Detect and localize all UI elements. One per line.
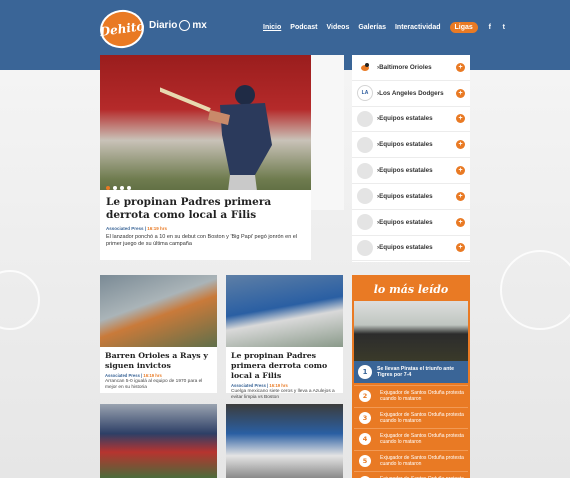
team-item[interactable]: › Equipos estatales + (352, 184, 470, 210)
twitter-icon[interactable]: t (499, 23, 509, 33)
rank-number: 2 (359, 390, 371, 402)
team-item[interactable]: LA › Los Angeles Dodgers + (352, 81, 470, 107)
most-read-title: lo más leído (373, 283, 449, 296)
hero-meta: Associated Press | 16:19 hrs (106, 226, 168, 231)
most-read-item[interactable]: 5 Exjugador de Santos Orduña protesta cua… (354, 449, 468, 471)
news-image[interactable] (226, 404, 343, 478)
news-source: Associated Press (105, 373, 140, 378)
plus-icon[interactable]: + (456, 114, 465, 124)
team-label[interactable]: Equipos estatales (379, 244, 456, 251)
team-label[interactable]: Equipos estatales (379, 141, 456, 148)
most-read-text[interactable]: Exjugador de Santos Orduña protesta cuan… (380, 390, 468, 402)
batter-illustration (160, 85, 272, 210)
news-card[interactable] (226, 404, 343, 478)
news-image[interactable] (226, 275, 343, 347)
partner-name: Diario (149, 20, 178, 31)
team-label[interactable]: Baltimore Orioles (379, 64, 456, 71)
most-read-item[interactable]: 3 Exjugador de Santos Orduña protesta cua… (354, 406, 468, 428)
team-placeholder-icon (357, 214, 373, 231)
news-image[interactable] (100, 275, 217, 347)
hero-title[interactable]: Le propinan Padres primera derrota como … (106, 196, 305, 222)
news-image[interactable] (100, 404, 217, 478)
news-meta: Associated Press | 16:19 hrs (105, 373, 162, 378)
news-card[interactable]: Le propinan Padres primera derrota como … (226, 275, 343, 400)
logo-text: Dehito (98, 18, 146, 40)
nav-item-inicio[interactable]: Inicio (263, 24, 281, 31)
plus-icon[interactable]: + (456, 166, 465, 176)
most-read-panel: lo más leído 1 Se llevan Piratas el triu… (352, 275, 470, 478)
partner-suffix: mx (192, 20, 207, 31)
news-time: 16:19 hrs (269, 383, 288, 388)
team-item[interactable]: › Equipos estatales + (352, 107, 470, 133)
team-label[interactable]: Los Angeles Dodgers (379, 90, 456, 97)
news-description: Cuelga mexicano siete ceros y lleva a Az… (231, 389, 335, 400)
rank-number: 5 (359, 454, 371, 467)
plus-icon[interactable]: + (456, 140, 465, 150)
hero-source: Associated Press (106, 226, 144, 231)
plus-icon[interactable]: + (456, 243, 465, 253)
news-card[interactable] (100, 404, 217, 478)
plus-icon[interactable]: + (456, 217, 465, 227)
most-read-text[interactable]: Exjugador de Santos Orduña protesta cuan… (380, 412, 468, 424)
nav-item-interactividad[interactable]: Interactividad (395, 24, 441, 31)
baseball-decoration (0, 270, 40, 330)
globe-icon (179, 20, 191, 31)
team-item[interactable]: › Equipos estatales + (352, 236, 470, 262)
main-nav: Inicio Podcast Videos Galerías Interacti… (263, 22, 513, 33)
team-label[interactable]: Equipos estatales (379, 193, 456, 200)
most-read-item[interactable]: 6Exjugador de Santos Orduña protesta cua… (354, 471, 468, 478)
baseball-decoration (500, 250, 570, 330)
hero-side-panel (311, 55, 344, 210)
rank-number: 3 (359, 411, 371, 424)
most-read-item[interactable]: 1 Se llevan Piratas el triunfo ante Tigr… (354, 361, 468, 383)
team-placeholder-icon (357, 136, 373, 153)
team-item[interactable]: › Equipos estatales + (352, 132, 470, 159)
most-read-item[interactable]: 2 Exjugador de Santos Orduña protesta cua… (354, 385, 468, 406)
team-label[interactable]: Equipos estatales (379, 219, 456, 226)
team-placeholder-icon (357, 110, 373, 127)
teams-list: › Baltimore Orioles + LA › Los Angeles Dodg… (352, 55, 470, 262)
news-title[interactable]: Le propinan Padres primera derrota como … (226, 347, 343, 381)
orioles-icon (357, 59, 373, 76)
most-read-text[interactable]: Exjugador de Santos Orduña protesta cuan… (380, 433, 468, 445)
news-card[interactable]: Barren Orioles a Rays y siguen invictos … (100, 275, 217, 393)
dodgers-icon: LA (357, 85, 373, 102)
news-description: Arrancan 5-0 igualá al equipo de 1970 pa… (105, 379, 203, 390)
hero-card[interactable]: Le propinan Padres primera derrota como … (100, 190, 311, 260)
hero-description: El lanzador ponchó a 10 en su debut con … (106, 234, 298, 247)
rank-number: 4 (359, 433, 371, 446)
plus-icon[interactable]: + (456, 88, 465, 98)
most-read-item[interactable]: 4 Exjugador de Santos Orduña protesta cua… (354, 428, 468, 449)
news-meta: Associated Press | 16:19 hrs (231, 383, 288, 388)
hero-time: 16:19 hrs (147, 226, 168, 231)
news-time: 16:19 hrs (143, 373, 162, 378)
facebook-icon[interactable]: f (485, 23, 495, 33)
rank-number: 1 (358, 365, 372, 379)
plus-icon[interactable]: + (456, 191, 465, 201)
nav-item-videos[interactable]: Videos (327, 24, 350, 31)
plus-icon[interactable]: + (456, 62, 465, 72)
team-item[interactable]: › Equipos estatales + (352, 210, 470, 236)
nav-item-galerias[interactable]: Galerías (358, 24, 386, 31)
news-title[interactable]: Barren Orioles a Rays y siguen invictos (100, 347, 217, 371)
team-placeholder-icon (357, 162, 373, 179)
team-placeholder-icon (357, 239, 373, 256)
team-label[interactable]: Equipos estatales (379, 167, 456, 174)
ligas-button[interactable]: Ligas (449, 22, 478, 33)
team-item[interactable]: › Baltimore Orioles + (352, 55, 470, 81)
most-read-text[interactable]: Exjugador de Santos Orduña protesta cuan… (380, 455, 468, 467)
diario-logo[interactable]: Diario mx (149, 20, 207, 31)
team-placeholder-icon (357, 188, 373, 205)
team-label[interactable]: Equipos estatales (379, 115, 456, 122)
team-item[interactable]: › Equipos estatales + (352, 158, 470, 184)
most-read-text[interactable]: Se llevan Piratas el triunfo ante Tigres… (377, 366, 468, 378)
hero-image[interactable] (100, 55, 311, 210)
news-source: Associated Press (231, 383, 266, 388)
most-read-image[interactable] (354, 301, 468, 361)
nav-item-podcast[interactable]: Podcast (290, 24, 317, 31)
